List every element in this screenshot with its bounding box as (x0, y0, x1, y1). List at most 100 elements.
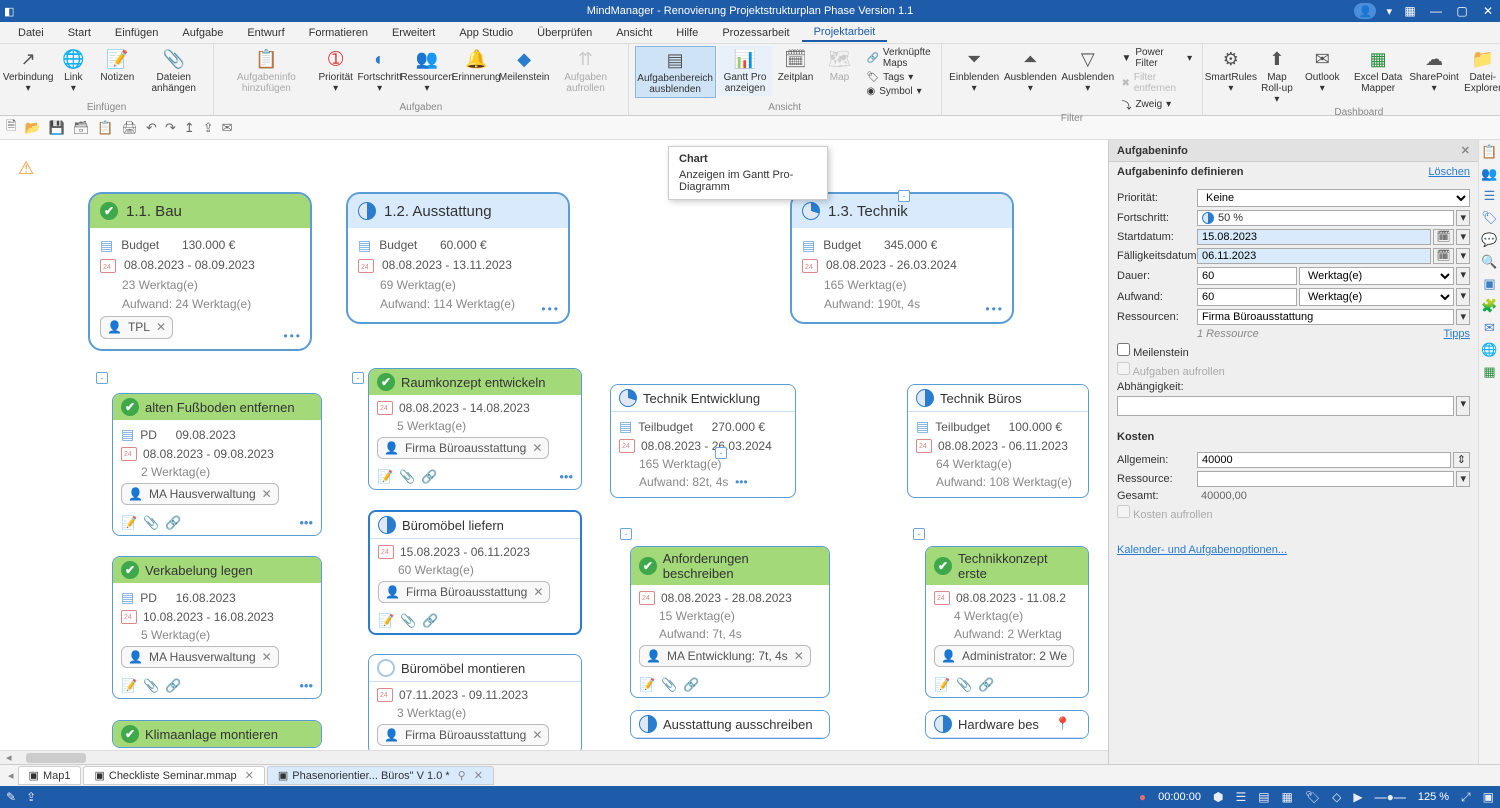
menu-ansicht[interactable]: Ansicht (604, 25, 664, 41)
warning-icon[interactable]: ⚠ (18, 158, 34, 179)
slider-icon[interactable]: ⎯⎯●⎯⎯ (1375, 790, 1406, 805)
remove-icon[interactable]: ✕ (533, 583, 543, 601)
more-icon[interactable]: ••• (985, 302, 1004, 316)
view-gantt-icon[interactable]: ▤ (1258, 790, 1269, 804)
panel-close-icon[interactable]: ✕ (1461, 144, 1470, 157)
calendar-options-link[interactable]: Kalender- und Aufgabenoptionen... (1117, 544, 1287, 556)
link-icon[interactable]: 🔗 (165, 515, 181, 531)
node-klima[interactable]: ✔Klimaanlage montieren (112, 720, 322, 748)
collapse-port[interactable]: - (96, 372, 108, 384)
view-tag-icon[interactable]: 🏷 (1305, 790, 1320, 804)
maximize-icon[interactable]: ▢ (1454, 3, 1470, 19)
menu-entwurf[interactable]: Entwurf (235, 25, 296, 41)
resource-tag[interactable]: 👤 Firma Büroausstattung ✕ (377, 437, 549, 459)
more-icon[interactable]: ••• (559, 469, 573, 485)
attach-icon[interactable]: 📎 (399, 469, 415, 485)
notes-icon[interactable]: 📝 (377, 469, 393, 485)
new-icon[interactable]: 🗎 (6, 117, 16, 139)
link-icon[interactable]: 🔗 (978, 677, 994, 693)
fit-icon[interactable]: ⤢ (1461, 790, 1471, 805)
btn-ausblenden2[interactable]: ▽Ausblenden▾ (1060, 46, 1115, 96)
node-technikkonzept[interactable]: ✔Technikkonzept erste 08.08.2023 - 11.08… (925, 546, 1089, 698)
notes-icon[interactable]: 📝 (639, 677, 655, 693)
btn-sharepoint[interactable]: ☁SharePoint▾ (1413, 46, 1455, 96)
tab-close-icon[interactable]: ✕ (245, 769, 254, 782)
resource-tag[interactable]: 👤 TPL ✕ (100, 316, 173, 339)
node-fussboden[interactable]: ✔alten Fußboden entfernen ▤PD 09.08.2023… (112, 393, 322, 536)
mindmap-canvas[interactable]: ⚠ Chart Anzeigen im Gantt Pro-Diagramm -… (0, 140, 1108, 764)
view-map-icon[interactable]: ⬢ (1213, 790, 1223, 804)
clear-link[interactable]: Löschen (1428, 166, 1470, 178)
effort-unit[interactable]: Werktag(e) (1299, 288, 1454, 306)
save-all-icon[interactable]: 🗃 (73, 120, 90, 136)
btn-gantt[interactable]: 📊Gantt Pro anzeigen (718, 46, 773, 96)
rail-resources-icon[interactable]: 👥 (1481, 166, 1497, 182)
btn-notizen[interactable]: 📝Notizen (96, 46, 138, 85)
collapse-port[interactable]: - (913, 528, 925, 540)
chevron-down-icon[interactable]: ▾ (1386, 5, 1392, 18)
resource-tag[interactable]: 👤 MA Entwicklung: 7t, 4s ✕ (639, 645, 811, 667)
start-date-field[interactable] (1197, 229, 1431, 245)
btn-meilenstein[interactable]: ◆Meilenstein (501, 46, 548, 85)
zoom-level[interactable]: 125 % (1418, 791, 1449, 803)
btn-aufgabenbereich[interactable]: ▤Aufgabenbereich ausblenden (635, 46, 716, 98)
minimize-icon[interactable]: — (1428, 3, 1444, 19)
btn-dateien[interactable]: 📎Dateien anhängen (140, 46, 207, 96)
remove-icon[interactable]: ✕ (794, 647, 804, 665)
node-technik-bueros[interactable]: Technik Büros ▤Teilbudget 100.000 € 08.0… (907, 384, 1089, 498)
resource-cost-field[interactable] (1197, 471, 1454, 487)
fullscreen-icon[interactable]: ▣ (1483, 790, 1494, 804)
btn-smartrules[interactable]: ⚙SmartRules▾ (1209, 46, 1253, 96)
attach-icon[interactable]: 📎 (143, 678, 159, 694)
view-schedule-icon[interactable]: ▦ (1282, 790, 1293, 804)
dropdown-icon[interactable]: ▾ (1456, 210, 1470, 226)
view-outline-icon[interactable]: ☰ (1235, 790, 1246, 804)
notes-icon[interactable]: 📝 (121, 515, 137, 531)
duration-unit[interactable]: Werktag(e) (1299, 267, 1454, 285)
btn-ressourcen[interactable]: 👥Ressourcen▾ (403, 46, 452, 96)
dependency-field[interactable] (1117, 396, 1454, 416)
node-raumkonzept[interactable]: ✔Raumkonzept entwickeln 08.08.2023 - 14.… (368, 368, 582, 490)
layout-icon[interactable]: ▦ (1402, 3, 1418, 19)
node-bueromoebel-liefern[interactable]: Büromöbel liefern 15.08.2023 - 06.11.202… (368, 510, 582, 635)
h-scrollbar[interactable]: ◂ (0, 750, 1108, 764)
btn-rollup[interactable]: ⬆Map Roll-up▾ (1255, 46, 1300, 107)
btn-verknuepfte[interactable]: 🔗Verknüpfte Maps (862, 46, 934, 70)
menu-projektarbeit[interactable]: Projektarbeit (802, 24, 888, 42)
remove-icon[interactable]: ✕ (532, 439, 542, 457)
menu-erweitert[interactable]: Erweitert (380, 25, 447, 41)
present-icon[interactable]: ▶ (1353, 790, 1362, 804)
publish-icon[interactable]: ↥ (184, 120, 195, 136)
redo-icon[interactable]: ↷ (165, 120, 176, 136)
resource-tag[interactable]: 👤 MA Hausverwaltung ✕ (121, 483, 279, 505)
tab-checkliste[interactable]: ▣Checkliste Seminar.mmap✕ (83, 766, 264, 785)
calendar-picker-icon[interactable]: 🗓 (1433, 229, 1455, 245)
btn-excel[interactable]: ▦Excel Data Mapper (1345, 46, 1411, 96)
menu-hilfe[interactable]: Hilfe (664, 25, 710, 41)
collapse-port[interactable]: - (898, 190, 910, 202)
menu-prozessarbeit[interactable]: Prozessarbeit (710, 25, 801, 41)
publish-icon[interactable]: ⇪ (26, 790, 36, 804)
attach-icon[interactable]: 📎 (400, 613, 416, 629)
rail-search-icon[interactable]: 🔍 (1481, 254, 1497, 270)
btn-tags[interactable]: 🏷Tags▾ (862, 71, 934, 84)
effort-field[interactable] (1197, 288, 1297, 306)
btn-einblenden[interactable]: ⏷Einblenden▾ (948, 46, 1001, 96)
btn-outlook[interactable]: ✉Outlook▾ (1301, 46, 1343, 96)
resource-tag[interactable]: 👤 Firma Büroausstattung ✕ (377, 724, 549, 746)
node-technik-entwicklung[interactable]: Technik Entwicklung ▤Teilbudget 270.000 … (610, 384, 796, 498)
open-icon[interactable]: 📂 (24, 120, 40, 136)
btn-verbindung[interactable]: ↗Verbindung▾ (6, 46, 50, 96)
menu-ueberpruefen[interactable]: Überprüfen (525, 25, 604, 41)
undo-icon[interactable]: ↶ (146, 120, 157, 136)
collapse-port[interactable]: - (620, 528, 632, 540)
share-icon[interactable]: ⇪ (203, 120, 214, 136)
btn-zweig[interactable]: ⤵Zweig▾ (1117, 96, 1196, 113)
rail-task-icon[interactable]: 📋 (1481, 144, 1497, 160)
node-anforderungen[interactable]: ✔Anforderungen beschreiben 08.08.2023 - … (630, 546, 830, 698)
menu-appstudio[interactable]: App Studio (447, 25, 525, 41)
menu-einfuegen[interactable]: Einfügen (103, 25, 170, 41)
tipps-link[interactable]: Tipps (1444, 328, 1471, 340)
priority-select[interactable]: Keine (1197, 189, 1470, 207)
node-bueromoebel-montieren[interactable]: Büromöbel montieren 07.11.2023 - 09.11.2… (368, 654, 582, 755)
